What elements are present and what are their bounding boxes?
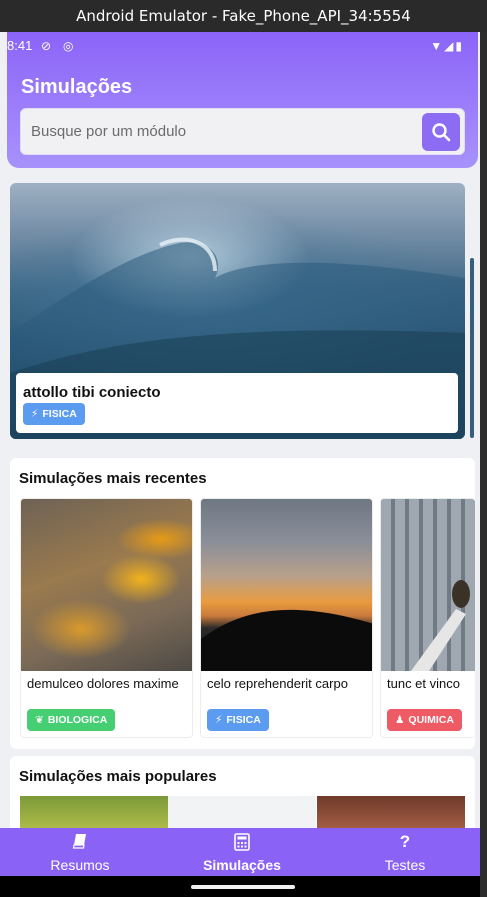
list-item[interactable]: tunc et vinco ♟ QUIMICA: [380, 498, 475, 738]
badge-label: FISICA: [226, 714, 261, 726]
signal-battery-icon: ▼◢▮: [430, 39, 464, 53]
nav-item-resumos[interactable]: Resumos: [20, 828, 140, 876]
search-input[interactable]: [31, 109, 411, 154]
question-icon: ?: [399, 832, 411, 851]
nav-label: Resumos: [50, 857, 110, 873]
popular-section: Simulações mais populares: [10, 756, 475, 836]
nav-label: Testes: [384, 857, 426, 873]
hero-carousel-card[interactable]: attollo tibi coniecto ⚡ FISICA: [10, 183, 465, 439]
item-image: [21, 499, 192, 671]
item-title: demulceo dolores maxime: [27, 676, 179, 691]
nav-label: Simulações: [203, 857, 281, 873]
sync-icon: ◎: [63, 39, 74, 53]
bottom-navigation: Resumos Simulações ? Testes: [0, 828, 480, 876]
bolt-icon: ⚡: [31, 408, 39, 420]
legs-overlay: [411, 580, 470, 671]
book-icon: [72, 834, 86, 849]
hill-silhouette: [201, 609, 372, 671]
app-screen: 8:41 ⊘ ◎ ▼◢▮ Simulações attollo tibi con…: [0, 32, 480, 897]
badge-quimica: ♟ QUIMICA: [387, 709, 462, 731]
item-image: [201, 499, 372, 671]
emulator-title-bar: Android Emulator - Fake_Phone_API_34:555…: [0, 0, 487, 32]
list-item[interactable]: demulceo dolores maxime ❦ BIOLOGICA: [20, 498, 193, 738]
next-hero-card-peek[interactable]: [470, 258, 474, 438]
search-button[interactable]: [422, 113, 460, 151]
bolt-icon: ⚡: [215, 714, 223, 726]
item-image: [381, 499, 475, 671]
emulator-frame-edge: [480, 32, 487, 897]
calculator-icon: [234, 833, 250, 851]
search-icon: [432, 123, 451, 142]
hero-badge-fisica: ⚡ FISICA: [23, 403, 85, 425]
status-bar: 8:41 ⊘ ◎ ▼◢▮: [7, 38, 478, 54]
flask-icon: ♟: [395, 714, 405, 726]
nav-item-simulacoes[interactable]: Simulações: [182, 828, 302, 876]
badge-biologica: ❦ BIOLOGICA: [27, 709, 116, 731]
hero-info-card: attollo tibi coniecto ⚡ FISICA: [16, 373, 458, 433]
badge-label: BIOLOGICA: [47, 714, 108, 726]
emulator-title: Android Emulator - Fake_Phone_API_34:555…: [76, 7, 411, 25]
status-time: 8:41: [7, 38, 33, 53]
nav-item-testes[interactable]: ? Testes: [345, 828, 465, 876]
section-title: Simulações mais populares: [19, 768, 217, 785]
badge-label: FISICA: [42, 408, 77, 420]
page-title: Simulações: [21, 76, 133, 98]
recent-section: Simulações mais recentes demulceo dolore…: [10, 458, 475, 749]
item-title: tunc et vinco: [387, 676, 460, 691]
hero-title: attollo tibi coniecto: [23, 384, 161, 401]
section-title: Simulações mais recentes: [19, 470, 207, 487]
leaf-icon: ❦: [35, 714, 44, 726]
badge-fisica: ⚡ FISICA: [207, 709, 269, 731]
home-gesture-handle[interactable]: [191, 885, 295, 889]
item-title: celo reprehenderit carpo: [207, 676, 348, 691]
list-item[interactable]: celo reprehenderit carpo ⚡ FISICA: [200, 498, 373, 738]
badge-label: QUIMICA: [408, 714, 454, 726]
search-bar: [20, 108, 465, 155]
dnd-icon: ⊘: [41, 39, 52, 53]
gesture-navigation-bar: [0, 876, 480, 897]
app-header: 8:41 ⊘ ◎ ▼◢▮ Simulações: [7, 32, 478, 168]
